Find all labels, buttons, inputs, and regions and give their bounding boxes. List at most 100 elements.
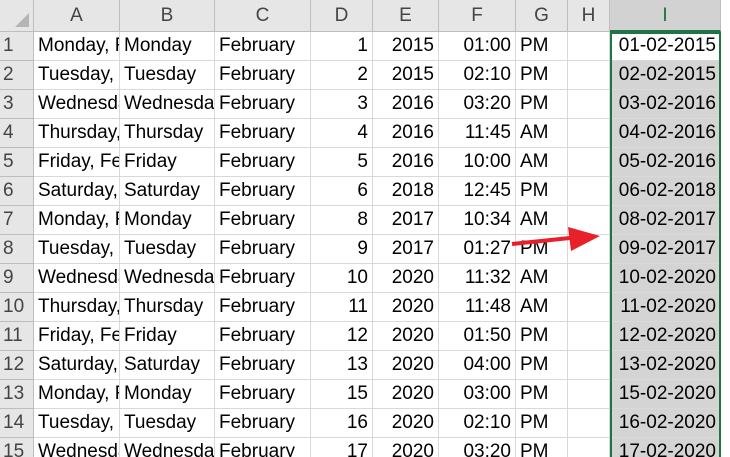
column-header-a[interactable]: A bbox=[34, 0, 120, 32]
cell-d10[interactable]: 11 bbox=[311, 293, 373, 322]
cell-i13[interactable]: 15-02-2020 bbox=[610, 380, 721, 409]
cell-h13[interactable] bbox=[568, 380, 610, 409]
cell-f9[interactable]: 11:32 bbox=[439, 264, 516, 293]
cell-f8[interactable]: 01:27 bbox=[439, 235, 516, 264]
row-header[interactable]: 13 bbox=[0, 380, 34, 409]
cell-g3[interactable]: PM bbox=[516, 90, 568, 119]
cell-e14[interactable]: 2020 bbox=[373, 409, 439, 438]
cell-a15[interactable]: Wednesda bbox=[34, 438, 120, 457]
cell-i5[interactable]: 05-02-2016 bbox=[610, 148, 721, 177]
row-header[interactable]: 1 bbox=[0, 32, 34, 61]
cell-f10[interactable]: 11:48 bbox=[439, 293, 516, 322]
cell-i6[interactable]: 06-02-2018 bbox=[610, 177, 721, 206]
cell-a3[interactable]: Wednesda bbox=[34, 90, 120, 119]
cell-b1[interactable]: Monday bbox=[120, 32, 215, 61]
column-header-i[interactable]: I bbox=[610, 0, 721, 32]
cell-e6[interactable]: 2018 bbox=[373, 177, 439, 206]
cell-d4[interactable]: 4 bbox=[311, 119, 373, 148]
cell-a9[interactable]: Wednesda bbox=[34, 264, 120, 293]
cell-c13[interactable]: February bbox=[215, 380, 311, 409]
cell-i11[interactable]: 12-02-2020 bbox=[610, 322, 721, 351]
cell-a8[interactable]: Tuesday, F bbox=[34, 235, 120, 264]
cell-e15[interactable]: 2020 bbox=[373, 438, 439, 457]
cell-h11[interactable] bbox=[568, 322, 610, 351]
cell-a12[interactable]: Saturday, bbox=[34, 351, 120, 380]
cell-h12[interactable] bbox=[568, 351, 610, 380]
cell-b4[interactable]: Thursday bbox=[120, 119, 215, 148]
cell-g9[interactable]: AM bbox=[516, 264, 568, 293]
cell-b3[interactable]: Wednesday bbox=[120, 90, 215, 119]
cell-a10[interactable]: Thursday, bbox=[34, 293, 120, 322]
cell-h1[interactable] bbox=[568, 32, 610, 61]
row-header[interactable]: 10 bbox=[0, 293, 34, 322]
row-header[interactable]: 3 bbox=[0, 90, 34, 119]
cell-h4[interactable] bbox=[568, 119, 610, 148]
cell-d2[interactable]: 2 bbox=[311, 61, 373, 90]
cell-c11[interactable]: February bbox=[215, 322, 311, 351]
cell-e1[interactable]: 2015 bbox=[373, 32, 439, 61]
cell-d3[interactable]: 3 bbox=[311, 90, 373, 119]
cell-i8[interactable]: 09-02-2017 bbox=[610, 235, 721, 264]
row-header[interactable]: 4 bbox=[0, 119, 34, 148]
cell-c14[interactable]: February bbox=[215, 409, 311, 438]
spreadsheet-grid[interactable]: ABCDEFGHI 1 Monday, F Monday February 1 2015 0… bbox=[0, 0, 730, 457]
row-header[interactable]: 2 bbox=[0, 61, 34, 90]
column-header-f[interactable]: F bbox=[439, 0, 516, 32]
cell-b13[interactable]: Monday bbox=[120, 380, 215, 409]
cell-h15[interactable] bbox=[568, 438, 610, 457]
cell-h6[interactable] bbox=[568, 177, 610, 206]
cell-b15[interactable]: Wednesda bbox=[120, 438, 215, 457]
row-header[interactable]: 7 bbox=[0, 206, 34, 235]
cell-e5[interactable]: 2016 bbox=[373, 148, 439, 177]
cell-c7[interactable]: February bbox=[215, 206, 311, 235]
cell-h9[interactable] bbox=[568, 264, 610, 293]
row-header[interactable]: 8 bbox=[0, 235, 34, 264]
cell-e7[interactable]: 2017 bbox=[373, 206, 439, 235]
cell-g11[interactable]: PM bbox=[516, 322, 568, 351]
cell-d6[interactable]: 6 bbox=[311, 177, 373, 206]
cell-a2[interactable]: Tuesday, F bbox=[34, 61, 120, 90]
select-all-corner[interactable] bbox=[0, 0, 34, 32]
cell-c5[interactable]: February bbox=[215, 148, 311, 177]
cell-h5[interactable] bbox=[568, 148, 610, 177]
cell-g15[interactable]: PM bbox=[516, 438, 568, 457]
cell-i9[interactable]: 10-02-2020 bbox=[610, 264, 721, 293]
cell-g1[interactable]: PM bbox=[516, 32, 568, 61]
column-header-b[interactable]: B bbox=[120, 0, 215, 32]
cell-b8[interactable]: Tuesday bbox=[120, 235, 215, 264]
cell-d14[interactable]: 16 bbox=[311, 409, 373, 438]
cell-d8[interactable]: 9 bbox=[311, 235, 373, 264]
cell-b6[interactable]: Saturday bbox=[120, 177, 215, 206]
cell-c1[interactable]: February bbox=[215, 32, 311, 61]
cell-b10[interactable]: Thursday bbox=[120, 293, 215, 322]
cell-f15[interactable]: 03:20 bbox=[439, 438, 516, 457]
cell-i10[interactable]: 11-02-2020 bbox=[610, 293, 721, 322]
cell-d15[interactable]: 17 bbox=[311, 438, 373, 457]
cell-d5[interactable]: 5 bbox=[311, 148, 373, 177]
cell-d7[interactable]: 8 bbox=[311, 206, 373, 235]
cell-a4[interactable]: Thursday, bbox=[34, 119, 120, 148]
row-header[interactable]: 5 bbox=[0, 148, 34, 177]
cell-f6[interactable]: 12:45 bbox=[439, 177, 516, 206]
cell-g6[interactable]: PM bbox=[516, 177, 568, 206]
cell-d12[interactable]: 13 bbox=[311, 351, 373, 380]
cell-i1[interactable]: 01-02-2015 bbox=[610, 32, 721, 61]
cell-e4[interactable]: 2016 bbox=[373, 119, 439, 148]
cell-f11[interactable]: 01:50 bbox=[439, 322, 516, 351]
cell-c10[interactable]: February bbox=[215, 293, 311, 322]
cell-i15[interactable]: 17-02-2020 bbox=[610, 438, 721, 457]
cell-h10[interactable] bbox=[568, 293, 610, 322]
cell-c2[interactable]: February bbox=[215, 61, 311, 90]
cell-a7[interactable]: Monday, F bbox=[34, 206, 120, 235]
column-header-d[interactable]: D bbox=[311, 0, 373, 32]
cell-g5[interactable]: AM bbox=[516, 148, 568, 177]
cell-e9[interactable]: 2020 bbox=[373, 264, 439, 293]
cell-e10[interactable]: 2020 bbox=[373, 293, 439, 322]
cell-d11[interactable]: 12 bbox=[311, 322, 373, 351]
cell-c15[interactable]: February bbox=[215, 438, 311, 457]
row-header[interactable]: 12 bbox=[0, 351, 34, 380]
cell-f2[interactable]: 02:10 bbox=[439, 61, 516, 90]
cell-f3[interactable]: 03:20 bbox=[439, 90, 516, 119]
cell-c6[interactable]: February bbox=[215, 177, 311, 206]
cell-g4[interactable]: AM bbox=[516, 119, 568, 148]
